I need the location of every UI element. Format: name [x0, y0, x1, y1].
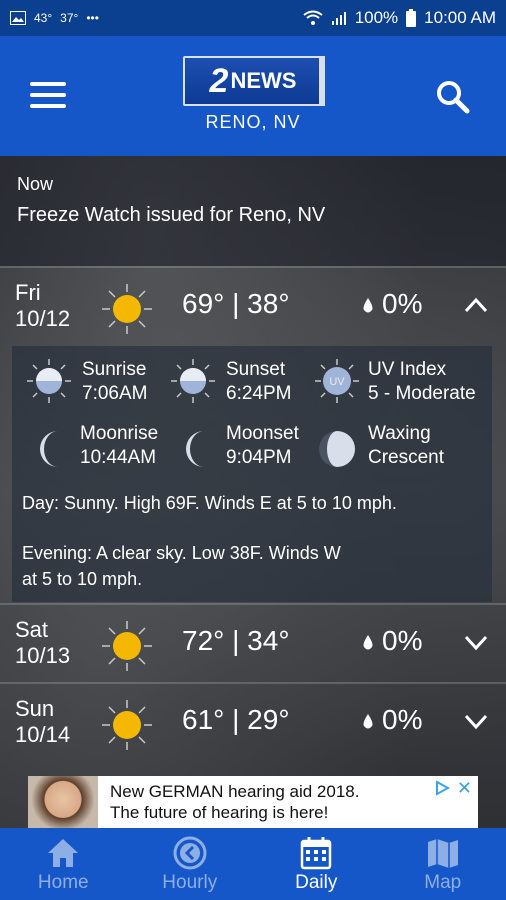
home-icon	[48, 839, 79, 867]
nav-home[interactable]: Home	[0, 828, 127, 900]
day-temps: 72° | 34°	[182, 625, 290, 656]
nav-daily-label: Daily	[295, 872, 338, 893]
raindrop-icon	[363, 298, 373, 313]
ad-banner[interactable]: New GERMAN hearing aid 2018. The future …	[28, 776, 478, 828]
status-bar: 43° 37° ••• 100% 10:00 AM	[0, 0, 506, 36]
day-description: Day: Sunny. High 69F. Winds E at 5 to 10…	[22, 493, 397, 513]
bottom-navigation: Home Hourly Daily Map	[0, 828, 506, 900]
alert-text: Freeze Watch issued for Reno, NV	[17, 204, 326, 226]
moonset-info: Moonset 9:04PM	[226, 423, 299, 468]
status-temp-1: 43°	[34, 11, 53, 25]
raindrop-icon	[363, 714, 373, 729]
moon-phase-info: Waxing Crescent	[368, 423, 445, 468]
precip-chance: 0%	[382, 288, 423, 319]
signal-icon	[331, 12, 346, 25]
search-icon[interactable]	[436, 80, 470, 114]
ad-subline: The future of hearing is here!	[110, 803, 329, 822]
moonrise-icon	[40, 431, 58, 467]
ad-image	[28, 776, 98, 828]
ad-choices-icon[interactable]	[434, 780, 450, 796]
nav-hourly[interactable]: Hourly	[127, 828, 254, 900]
sunrise-info: Sunrise 7:06AM	[82, 359, 148, 404]
station-logo: 2 NEWS	[183, 56, 325, 106]
ad-headline: New GERMAN hearing aid 2018.	[110, 782, 360, 801]
app-header: 2 NEWS RENO, NV	[0, 36, 506, 156]
hamburger-menu-icon[interactable]	[30, 82, 66, 108]
sunset-icon	[171, 359, 215, 403]
alert-time: Now	[17, 174, 54, 194]
sunny-icon	[102, 621, 152, 671]
location-label[interactable]: RENO, NV	[0, 112, 506, 133]
nav-hourly-label: Hourly	[162, 872, 218, 893]
day-label: Sun 10/14	[15, 696, 71, 747]
wifi-icon	[303, 10, 323, 25]
day-detail-panel: Sunrise 7:06AM Sunset 6:24PM UV UV Index…	[12, 346, 492, 602]
logo-word: NEWS	[230, 68, 297, 93]
status-time: 10:00 AM	[424, 8, 496, 27]
battery-percent: 100%	[354, 8, 399, 27]
nav-daily[interactable]: Daily	[253, 828, 380, 900]
nav-map[interactable]: Map	[380, 828, 506, 900]
image-notification-icon	[10, 11, 26, 25]
uv-index-info: UV Index 5 - Moderate	[368, 359, 476, 404]
chevron-up-icon[interactable]	[462, 296, 490, 314]
moon-phase-icon	[319, 431, 355, 467]
logo-number: 2	[209, 61, 229, 100]
day-label: Fri 10/12	[15, 280, 71, 331]
precip-chance: 0%	[382, 625, 423, 656]
weather-alert[interactable]: Now Freeze Watch issued for Reno, NV	[0, 156, 506, 266]
sunset-info: Sunset 6:24PM	[226, 359, 292, 404]
day-label: Sat 10/13	[15, 617, 71, 668]
day-row-fri[interactable]: Fri 10/12 69° | 38° 0%	[0, 266, 506, 344]
moonrise-info: Moonrise 10:44AM	[80, 423, 159, 468]
calendar-icon	[301, 837, 332, 870]
status-temp-2: 37°	[60, 11, 79, 25]
sunrise-icon	[27, 359, 71, 403]
day-row-sat[interactable]: Sat 10/13 72° | 34° 0%	[0, 603, 506, 681]
sunny-icon	[102, 700, 152, 750]
nav-map-label: Map	[424, 872, 462, 893]
evening-description: Evening: A clear sky. Low 38F. Winds W a…	[22, 543, 341, 589]
more-notifications-icon: •••	[86, 11, 99, 25]
svg-text:UV: UV	[329, 376, 345, 388]
sunny-icon	[102, 284, 152, 334]
raindrop-icon	[363, 635, 373, 650]
battery-icon	[406, 9, 417, 27]
ad-close-icon[interactable]: ✕	[457, 778, 472, 799]
moonset-icon	[186, 431, 204, 467]
day-temps: 61° | 29°	[182, 704, 290, 735]
uv-index-icon: UV	[315, 359, 359, 403]
chevron-down-icon[interactable]	[462, 712, 490, 730]
nav-home-label: Home	[37, 872, 89, 893]
day-temps: 69° | 38°	[182, 288, 290, 319]
precip-chance: 0%	[382, 704, 423, 735]
hourly-clock-icon	[173, 836, 207, 870]
chevron-down-icon[interactable]	[462, 633, 490, 651]
map-icon	[427, 839, 458, 868]
day-row-sun[interactable]: Sun 10/14 61° | 29° 0%	[0, 682, 506, 760]
